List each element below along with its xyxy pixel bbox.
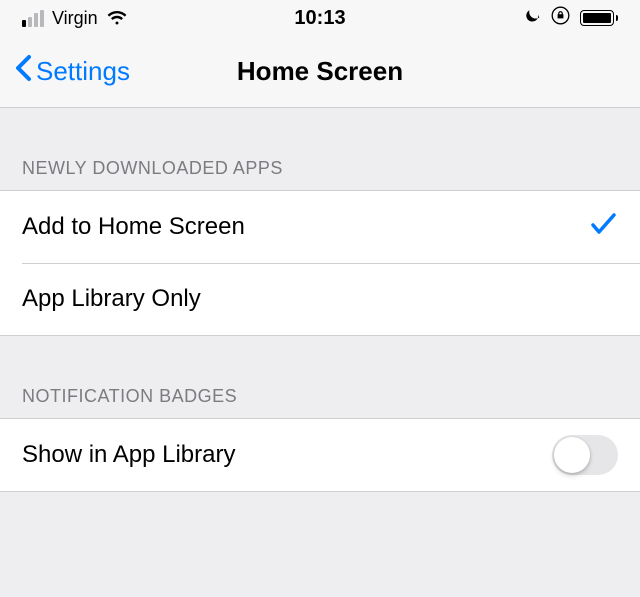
chevron-left-icon: [14, 54, 32, 89]
orientation-lock-icon: [551, 6, 570, 31]
section-header-badges: NOTIFICATION BADGES: [0, 336, 640, 418]
wifi-icon: [106, 10, 128, 26]
cell-group-badges: Show in App Library: [0, 418, 640, 492]
back-button[interactable]: Settings: [14, 54, 130, 89]
do-not-disturb-icon: [523, 6, 541, 30]
row-label: Show in App Library: [22, 441, 235, 469]
option-label: Add to Home Screen: [22, 213, 245, 241]
carrier-label: Virgin: [52, 8, 98, 29]
status-bar: Virgin 10:13: [0, 0, 640, 36]
page-title: Home Screen: [237, 56, 403, 87]
toggle-knob: [554, 437, 590, 473]
cellular-signal-icon: [22, 10, 44, 27]
option-add-to-home-screen[interactable]: Add to Home Screen: [0, 191, 640, 263]
status-right: [523, 6, 618, 31]
cell-group-downloaded: Add to Home Screen App Library Only: [0, 190, 640, 336]
row-show-in-app-library: Show in App Library: [0, 419, 640, 491]
navigation-bar: Settings Home Screen: [0, 36, 640, 108]
status-left: Virgin: [22, 8, 128, 29]
status-time: 10:13: [294, 7, 345, 30]
toggle-show-in-app-library[interactable]: [552, 435, 618, 475]
option-app-library-only[interactable]: App Library Only: [0, 263, 640, 335]
back-label: Settings: [36, 56, 130, 87]
battery-icon: [580, 10, 618, 26]
section-header-downloaded: NEWLY DOWNLOADED APPS: [0, 108, 640, 190]
checkmark-icon: [590, 212, 618, 243]
option-label: App Library Only: [22, 285, 201, 313]
